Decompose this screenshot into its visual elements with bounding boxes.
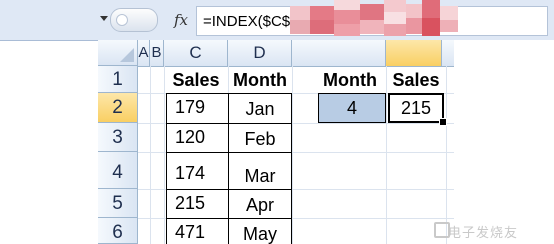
watermark: 电子发烧友 bbox=[448, 226, 519, 241]
column-header-d[interactable]: D bbox=[228, 40, 292, 66]
formula-bar-resize-handle[interactable] bbox=[110, 8, 158, 32]
row-header-2[interactable]: 2 bbox=[98, 93, 138, 123]
row-header-6[interactable]: 6 bbox=[98, 218, 138, 244]
insert-function-button[interactable]: fx bbox=[174, 11, 188, 29]
column-header-f[interactable] bbox=[386, 40, 442, 66]
name-box-dropdown-icon[interactable] bbox=[100, 16, 108, 21]
sales-cell-c2[interactable]: 179 bbox=[167, 97, 227, 118]
row-header-3[interactable]: 3 bbox=[98, 123, 138, 152]
month-cell-d2[interactable]: Jan bbox=[229, 99, 291, 120]
sales-cell-c6[interactable]: 471 bbox=[167, 222, 227, 243]
select-all-button[interactable] bbox=[98, 40, 138, 66]
formula-bar: fx =INDEX($C$2: bbox=[0, 0, 554, 41]
sales-header-cell[interactable]: Sales bbox=[164, 70, 228, 92]
column-header-a[interactable]: A bbox=[138, 40, 150, 66]
month-cell-d4[interactable]: Mar bbox=[229, 166, 291, 187]
column-header-b[interactable]: B bbox=[150, 40, 164, 66]
column-header-c[interactable]: C bbox=[164, 40, 228, 66]
column-header-e[interactable] bbox=[292, 40, 386, 66]
month-cell-d3[interactable]: Feb bbox=[229, 129, 291, 150]
formula-text: =INDEX($C$2: bbox=[203, 13, 303, 30]
sales-cell-c4[interactable]: 174 bbox=[167, 163, 227, 184]
fill-handle[interactable] bbox=[439, 118, 447, 126]
row-header-1[interactable]: 1 bbox=[98, 66, 138, 93]
lookup-sales-result[interactable]: 215 bbox=[388, 93, 444, 123]
sales-cell-c3[interactable]: 120 bbox=[167, 127, 227, 148]
lookup-month-label[interactable]: Month bbox=[314, 70, 386, 92]
month-cell-d6[interactable]: May bbox=[229, 224, 291, 244]
sales-cell-c5[interactable]: 215 bbox=[167, 193, 227, 214]
row-header-4[interactable]: 4 bbox=[98, 152, 138, 189]
lookup-sales-label[interactable]: Sales bbox=[386, 70, 446, 92]
lookup-month-input[interactable]: 4 bbox=[318, 93, 386, 123]
column-header-row: A B C D bbox=[138, 40, 454, 67]
month-cell-d5[interactable]: Apr bbox=[229, 195, 291, 216]
sheet-right-area bbox=[454, 40, 554, 244]
row-header-5[interactable]: 5 bbox=[98, 189, 138, 218]
spreadsheet-window: fx =INDEX($C$2: A B C D 1 2 3 4 5 6 Sale… bbox=[0, 0, 554, 244]
month-header-cell[interactable]: Month bbox=[228, 70, 292, 92]
